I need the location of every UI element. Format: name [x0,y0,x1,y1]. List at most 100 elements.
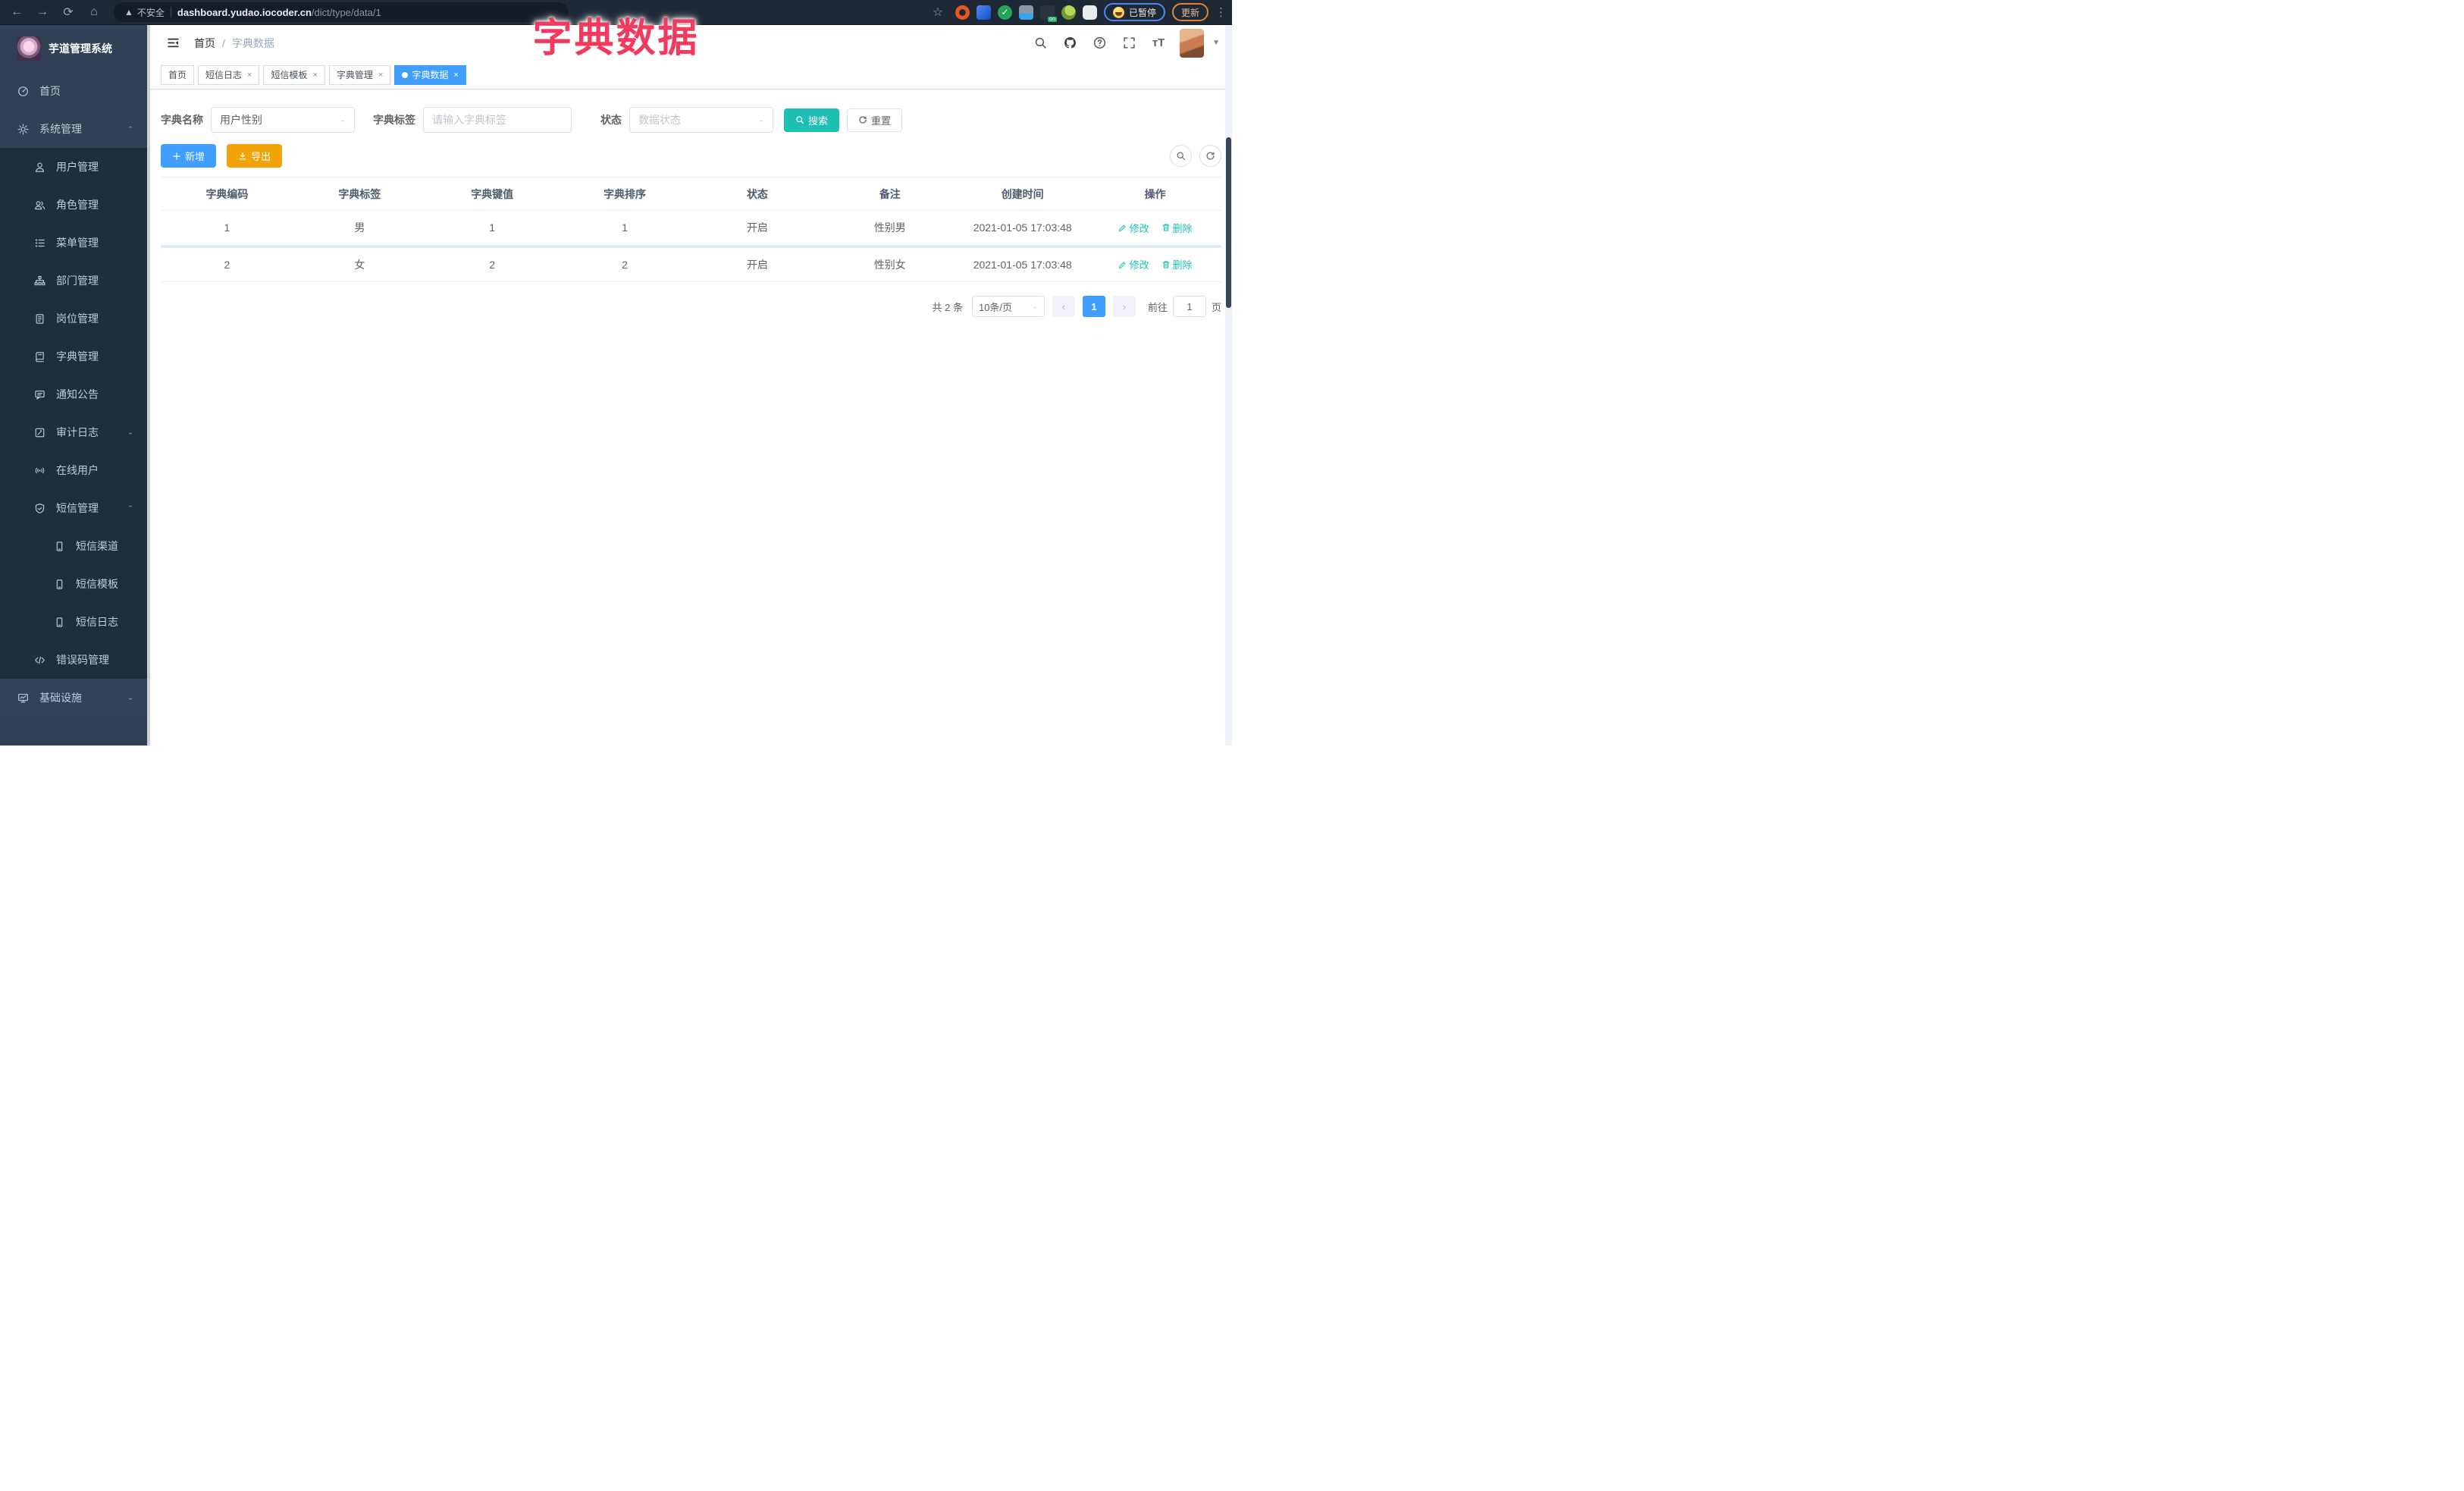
extension-switch-on-icon[interactable]: on [1039,5,1057,22]
active-tab-dot [402,71,409,78]
extension-leaf-icon[interactable] [1061,5,1076,20]
sidebar-item-dict-mgmt[interactable]: 字典管理 [0,337,150,375]
close-icon[interactable]: × [312,71,317,80]
sidebar-item-home[interactable]: 首页 [0,72,150,110]
audit-log-icon [33,426,45,438]
gear-icon [17,123,29,135]
sidebar-menu: 首页 系统管理 ⌃ 用户管理 角色管理 菜单管理 部门管理 岗位管理 字典管理 … [0,72,150,717]
filter-form: 字典名称 用户性别 ⌄ 字典标签 状态 数据状态 ⌄ [161,106,1221,133]
chevron-down-icon: ⌄ [127,428,133,436]
sidebar-item-sms-channel[interactable]: 短信渠道 [0,527,150,565]
current-page-button[interactable]: 1 [1082,296,1105,317]
add-button[interactable]: 新增 [161,144,217,168]
chevron-down-icon: ⌄ [127,694,133,702]
edit-link[interactable]: 修改 [1118,257,1149,272]
sidebar-item-online-users[interactable]: 在线用户 [0,451,150,489]
user-avatar[interactable] [1180,28,1205,58]
extension-orange-icon[interactable] [955,5,970,20]
browser-menu-icon[interactable]: ⋮ [1215,5,1227,19]
tab-home[interactable]: 首页 [161,64,195,85]
sidebar-item-audit-log[interactable]: 审计日志 ⌄ [0,413,150,451]
status-label: 状态 [600,114,622,126]
online-user-icon [33,464,45,476]
tab-dict-mgmt[interactable]: 字典管理 × [328,64,391,85]
sidebar-item-dept-mgmt[interactable]: 部门管理 [0,262,150,300]
tab-sms-log[interactable]: 短信日志 × [198,64,260,85]
extension-gem-icon[interactable] [976,5,991,20]
search-button[interactable]: 搜索 [784,108,840,132]
tab-dict-data[interactable]: 字典数据 × [394,64,466,85]
sidebar-item-user-mgmt[interactable]: 用户管理 [0,148,150,186]
dictionary-icon [33,350,45,363]
security-warning[interactable]: ▲ 不安全 [124,6,165,19]
toggle-search-button[interactable] [1170,145,1192,167]
bookmark-star-icon[interactable]: ☆ [927,2,948,23]
col-remark: 备注 [823,177,957,211]
collapse-sidebar-icon[interactable] [162,33,183,54]
edit-link[interactable]: 修改 [1118,221,1149,235]
dict-label-input[interactable] [432,114,563,126]
sidebar-item-menu-mgmt[interactable]: 菜单管理 [0,224,150,262]
back-icon[interactable]: ← [6,2,27,23]
sidebar-item-post-mgmt[interactable]: 岗位管理 [0,300,150,337]
help-icon[interactable] [1091,35,1108,52]
chevron-down-icon: ⌄ [757,116,764,124]
reload-icon[interactable]: ⟳ [58,2,79,23]
delete-link[interactable]: 删除 [1161,257,1193,272]
sidebar-item-system[interactable]: 系统管理 ⌃ [0,110,150,148]
sidebar-item-error-code[interactable]: 错误码管理 [0,641,150,679]
tab-sms-template[interactable]: 短信模板 × [263,64,325,85]
phone-icon [53,578,65,590]
extensions-puzzle-icon[interactable] [1082,5,1097,20]
address-bar[interactable]: ▲ 不安全 dashboard.yudao.iocoder.cn/dict/ty… [114,2,569,22]
profile-paused-chip[interactable]: 已暂停 [1103,3,1165,21]
avatar-caret-icon[interactable]: ▼ [1212,39,1220,47]
close-icon[interactable]: × [378,71,383,80]
next-page-button[interactable]: › [1112,296,1136,317]
home-icon[interactable]: ⌂ [83,2,105,23]
search-icon[interactable] [1032,35,1049,52]
chevron-up-icon: ⌃ [127,504,133,512]
tags-view-bar: 首页 短信日志 × 短信模板 × 字典管理 × 字典数据 × [150,61,1232,89]
app-logo [17,36,41,61]
col-dict-sort: 字典排序 [558,177,691,211]
close-icon[interactable]: × [453,71,458,80]
col-dict-value: 字典键值 [425,177,559,211]
table-row: 2 女 2 2 开启 性别女 2021-01-05 17:03:48 修改 删除 [161,246,1221,282]
sidebar-item-infrastructure[interactable]: 基础设施 ⌄ [0,679,150,717]
goto-label: 前往 [1147,301,1168,313]
dict-label-label: 字典标签 [373,114,415,126]
reset-button[interactable]: 重置 [847,108,903,132]
delete-link[interactable]: 删除 [1161,221,1193,235]
page-scrollbar[interactable] [1225,25,1232,746]
sidebar-item-role-mgmt[interactable]: 角色管理 [0,186,150,224]
sidebar-item-notice[interactable]: 通知公告 [0,375,150,413]
dict-name-label: 字典名称 [161,114,203,126]
fullscreen-icon[interactable] [1121,35,1137,52]
sidebar-item-sms-mgmt[interactable]: 短信管理 ⌃ [0,489,150,527]
browser-update-button[interactable]: 更新 [1171,3,1208,21]
export-button[interactable]: 导出 [227,144,283,168]
page-size-select[interactable]: 10条/页 ⌄ [971,296,1045,317]
col-dict-label: 字典标签 [293,177,426,211]
sidebar-item-sms-template[interactable]: 短信模板 [0,565,150,603]
github-icon[interactable] [1061,35,1078,52]
forward-icon[interactable]: → [32,2,53,23]
extension-adguard-icon[interactable] [1018,5,1033,20]
scrollbar-thumb[interactable] [1226,137,1231,308]
col-status: 状态 [691,177,824,211]
refresh-button[interactable] [1199,145,1221,167]
dict-name-select[interactable]: 用户性别 ⌄ [211,107,355,133]
close-icon[interactable]: × [247,71,252,80]
breadcrumb-home[interactable]: 首页 [194,36,215,51]
dashboard-icon [17,85,29,97]
sidebar: 芋道管理系统 首页 系统管理 ⌃ 用户管理 角色管理 菜单管理 部门管理 岗位管… [0,25,150,746]
font-size-icon[interactable]: ᴛT [1150,35,1167,52]
goto-page-input[interactable] [1172,296,1206,317]
prev-page-button[interactable]: ‹ [1052,296,1075,317]
sidebar-logo-row[interactable]: 芋道管理系统 [0,25,150,72]
users-icon [33,199,45,211]
status-select[interactable]: 数据状态 ⌄ [629,107,773,133]
sidebar-item-sms-log[interactable]: 短信日志 [0,603,150,641]
extension-check-icon[interactable]: ✓ [997,5,1012,20]
